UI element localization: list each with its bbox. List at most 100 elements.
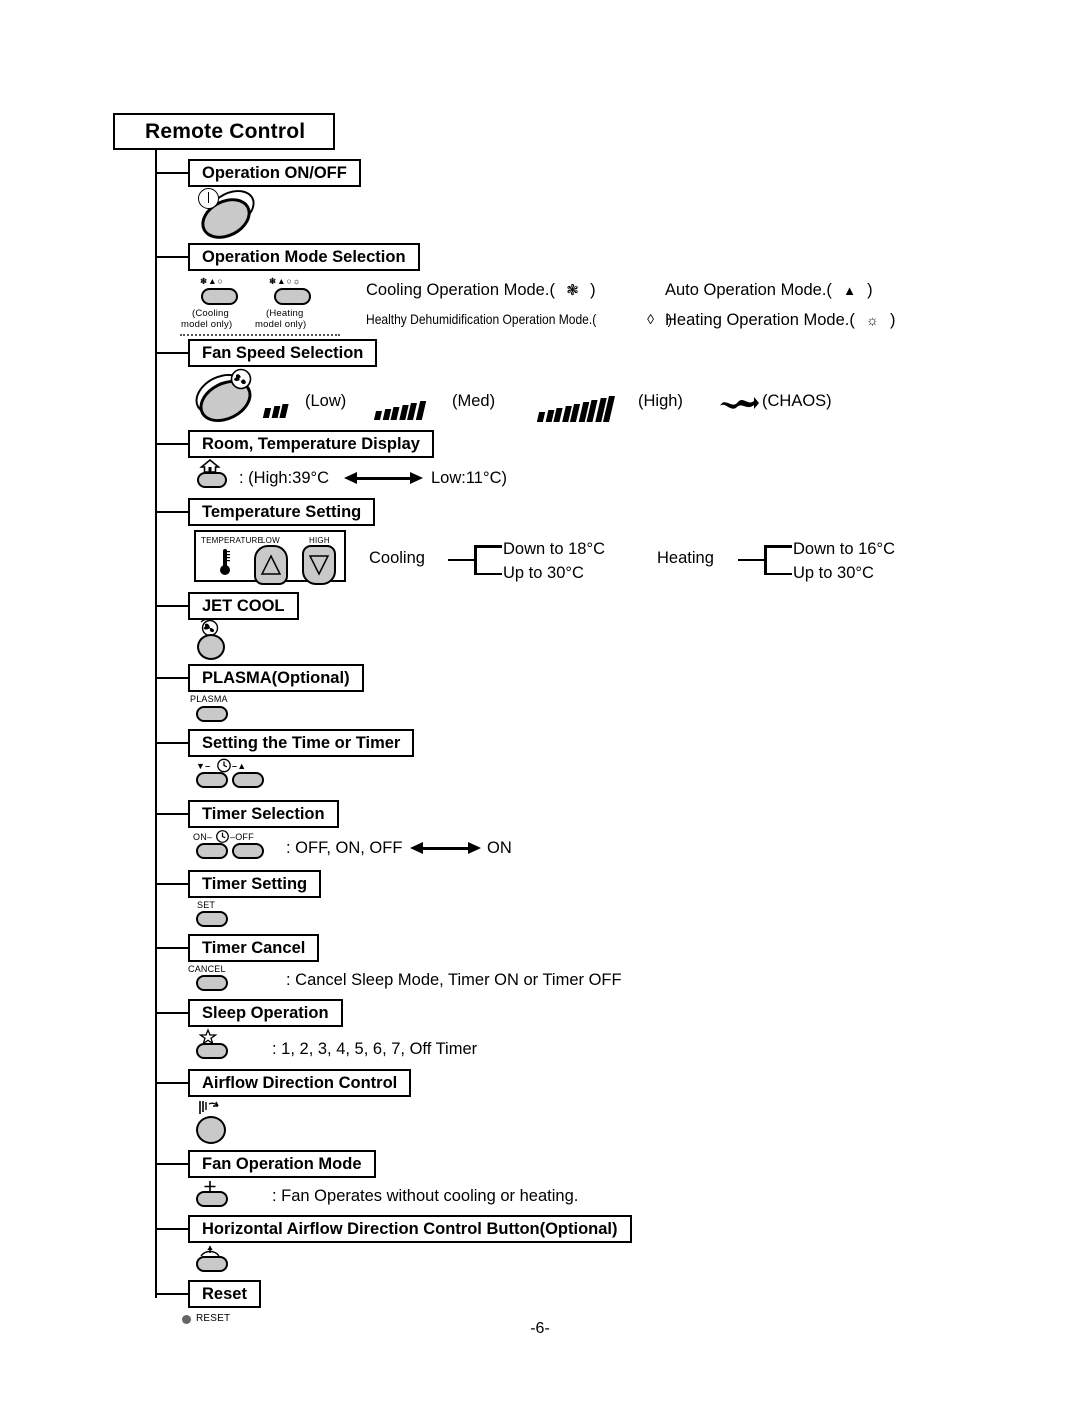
plasma-button[interactable] (196, 706, 228, 722)
airflow-direction-button[interactable] (196, 1116, 226, 1144)
triangle-up-icon (260, 554, 282, 575)
timer-cancel-button[interactable] (196, 975, 228, 991)
fan-speed-label-chaos: (CHAOS) (762, 392, 832, 410)
section-label: Reset (202, 1284, 247, 1303)
mode-button-2[interactable] (274, 288, 311, 305)
timer-on-button[interactable] (196, 843, 228, 859)
temperature-low-label: LOW (261, 536, 280, 545)
bracket-cooling (448, 545, 504, 575)
section-label: Sleep Operation (202, 1003, 329, 1022)
section-header-airflow-direction-control: Airflow Direction Control (188, 1069, 412, 1097)
section-header-timer-cancel: Timer Cancel (188, 934, 320, 962)
room-temp-range-suffix: Low:11°C) (431, 469, 507, 487)
mode-button-1[interactable] (201, 288, 238, 305)
section-header-operation-on-off: Operation ON/OFF (188, 159, 361, 187)
section-label: Airflow Direction Control (202, 1073, 398, 1092)
arrow-line (352, 477, 416, 480)
section-label: Operation Mode Selection (202, 247, 406, 266)
timer-off-caption: –OFF (230, 832, 254, 842)
connector-sleep-operation (155, 1012, 188, 1014)
horizontal-airflow-button[interactable] (196, 1256, 228, 1272)
connector-reset (155, 1293, 188, 1295)
section-header-plasma: PLASMA(Optional) (188, 664, 364, 692)
mode-desc-cooling-close: ) (590, 281, 596, 299)
fan-speed-label-med: (Med) (452, 392, 496, 410)
connector-jet-cool (155, 605, 188, 607)
mode-desc-auto-close: ) (867, 281, 873, 299)
mode-button-2-symbols: ❄▲○☼ (269, 276, 302, 286)
timer-cancel-caption: CANCEL (188, 964, 226, 974)
sun-icon: ☼ (866, 312, 879, 328)
temperature-down-button[interactable] (302, 545, 336, 585)
page-title-label: Remote Control (145, 119, 306, 143)
tree-spine-line (155, 150, 157, 1298)
section-label: Room, Temperature Display (202, 434, 420, 453)
snowflake-icon: ❃ (566, 282, 579, 299)
mode-button-2-caption-line1: (Heating (266, 308, 304, 319)
section-header-fan-speed-selection: Fan Speed Selection (188, 339, 378, 367)
section-header-sleep-operation: Sleep Operation (188, 999, 343, 1027)
section-label: Setting the Time or Timer (202, 733, 401, 752)
mode-desc-auto-text: Auto Operation Mode.( (665, 281, 832, 299)
power-button-icon[interactable] (194, 182, 261, 247)
water-drop-icon: ◊ (647, 311, 655, 327)
fan-operation-mode-button[interactable] (196, 1191, 228, 1207)
temp-range-heating-down: Down to 16°C (793, 540, 895, 558)
clock-icon (217, 758, 231, 773)
section-header-timer-selection: Timer Selection (188, 800, 339, 828)
temperature-setting-panel: TEMPERATURE LOW HIGH (194, 530, 346, 585)
page-number: -6- (530, 1320, 550, 1337)
timer-on-caption: ON– (193, 832, 213, 842)
auto-triangle-icon: ▲ (843, 283, 856, 298)
arrow-head-right (468, 842, 481, 854)
connector-plasma (155, 677, 188, 679)
fan-speed-button[interactable] (188, 365, 262, 431)
mode-desc-dehumidification: Healthy Dehumidification Operation Mode.… (366, 311, 672, 327)
section-label: PLASMA(Optional) (202, 668, 350, 687)
arrow-line (418, 847, 474, 850)
temperature-panel-title: TEMPERATURE (201, 536, 264, 545)
connector-room-temperature-display (155, 443, 188, 445)
time-down-button[interactable] (196, 772, 228, 788)
section-label: Timer Selection (202, 804, 325, 823)
mode-button-1-caption-line1: (Cooling (192, 308, 229, 319)
fan-operation-mode-description: : Fan Operates without cooling or heatin… (272, 1187, 579, 1205)
triangle-down-icon (308, 555, 330, 576)
mode-desc-auto: Auto Operation Mode.( ▲ ) (665, 281, 873, 300)
timer-off-button[interactable] (232, 843, 264, 859)
connector-setting-time-or-timer (155, 742, 188, 744)
temp-range-cooling-down: Down to 18°C (503, 540, 605, 558)
bracket-heating (738, 545, 794, 575)
fan-speed-label-high: (High) (638, 392, 683, 410)
timer-set-button[interactable] (196, 911, 228, 927)
clock-icon (216, 830, 229, 843)
room-temp-range-prefix: : (High:39°C (239, 469, 330, 487)
room-temp-button[interactable] (197, 472, 227, 488)
section-header-reset: Reset (188, 1280, 261, 1308)
sleep-operation-button[interactable] (196, 1043, 228, 1059)
mode-button-2-caption-line2: model only) (255, 319, 307, 330)
fan-bars-high (536, 394, 616, 422)
fan-speed-label-low: (Low) (305, 392, 347, 410)
mode-desc-dehumidification-text: Healthy Dehumidification Operation Mode.… (366, 311, 597, 327)
connector-horizontal-airflow (155, 1228, 188, 1230)
jet-cool-button[interactable] (197, 634, 225, 660)
mode-button-1-symbols: ❄▲○ (200, 276, 224, 286)
thermometer-icon (220, 549, 230, 575)
section-label: JET COOL (202, 596, 285, 615)
temperature-high-label: HIGH (309, 536, 330, 545)
fan-blade-icon (230, 368, 252, 390)
section-label: Timer Setting (202, 874, 308, 893)
fan-bars-med (373, 398, 426, 420)
temperature-up-button[interactable] (254, 545, 288, 585)
connector-timer-setting (155, 883, 188, 885)
section-header-temperature-setting: Temperature Setting (188, 498, 376, 526)
sleep-operation-description: : 1, 2, 3, 4, 5, 6, 7, Off Timer (272, 1040, 478, 1058)
remote-control-diagram-page: Remote Control Operation ON/OFF Operatio… (0, 0, 1080, 1405)
time-up-button[interactable] (232, 772, 264, 788)
mode-button-1-caption-line2: model only) (181, 319, 233, 330)
connector-fan-speed-selection (155, 352, 188, 354)
section-header-horizontal-airflow: Horizontal Airflow Direction Control But… (188, 1215, 632, 1243)
mode-desc-heating-text: Heating Operation Mode.( (665, 311, 855, 329)
mode-desc-cooling-text: Cooling Operation Mode.( (366, 281, 555, 299)
